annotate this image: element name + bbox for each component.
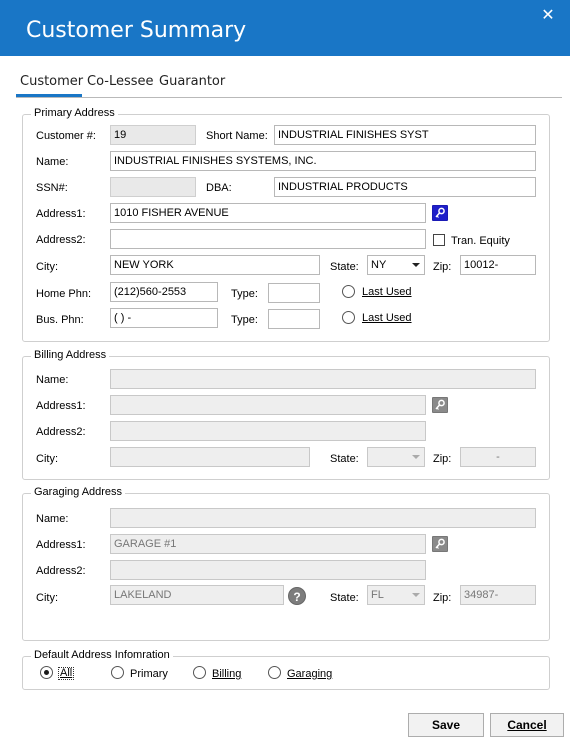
billing-state-select[interactable] <box>367 447 425 467</box>
state-label: State: <box>330 261 359 273</box>
address1-field[interactable]: 1010 FISHER AVENUE <box>110 203 426 223</box>
garaging-name-field[interactable] <box>110 508 536 528</box>
home-type-label: Type: <box>231 288 258 300</box>
garaging-address1-label: Address1: <box>36 539 86 551</box>
close-icon[interactable]: ✕ <box>538 6 558 26</box>
business-last-used-radio[interactable] <box>342 311 355 324</box>
help-icon[interactable]: ? <box>288 587 306 605</box>
address2-label: Address2: <box>36 234 86 246</box>
primary-address-group: Primary Address <box>22 107 550 342</box>
primary-address-title: Primary Address <box>31 107 118 119</box>
garaging-zip-label: Zip: <box>433 592 452 604</box>
city-field[interactable]: NEW YORK <box>110 255 320 275</box>
short-name-field[interactable]: INDUSTRIAL FINISHES SYST <box>274 125 536 145</box>
tab-customer[interactable]: Customer <box>20 74 83 89</box>
garaging-zip-field[interactable]: 34987- <box>460 585 536 605</box>
ssn-label: SSN#: <box>36 182 68 194</box>
name-field[interactable]: INDUSTRIAL FINISHES SYSTEMS, INC. <box>110 151 536 171</box>
garaging-state-value: FL <box>371 589 384 601</box>
business-phone-label: Bus. Phn: <box>36 314 84 326</box>
tab-bar: Customer Co-Lessee Guarantor <box>16 70 562 100</box>
business-type-field[interactable] <box>268 309 320 329</box>
billing-lookup-icon[interactable] <box>432 397 448 413</box>
chevron-down-icon <box>412 263 420 267</box>
city-label: City: <box>36 261 58 273</box>
billing-city-field[interactable] <box>110 447 310 467</box>
dba-label: DBA: <box>206 182 232 194</box>
save-button[interactable]: Save <box>408 713 484 737</box>
garaging-address1-field[interactable]: GARAGE #1 <box>110 534 426 554</box>
short-name-label: Short Name: <box>206 130 268 142</box>
cancel-button[interactable]: Cancel <box>490 713 564 737</box>
address1-label: Address1: <box>36 208 86 220</box>
home-phone-field[interactable]: (212)560-2553 <box>110 282 218 302</box>
tran-equity-label: Tran. Equity <box>451 235 510 247</box>
tran-equity-checkbox[interactable] <box>433 234 445 246</box>
tab-co-lessee[interactable]: Co-Lessee <box>87 74 154 89</box>
default-primary-radio[interactable] <box>111 666 124 679</box>
billing-address-title: Billing Address <box>31 349 110 361</box>
billing-address2-field[interactable] <box>110 421 426 441</box>
window-title: Customer Summary <box>26 18 247 43</box>
chevron-down-icon <box>412 455 420 459</box>
business-type-label: Type: <box>231 314 258 326</box>
tab-divider <box>16 97 562 98</box>
default-billing-label: Billing <box>212 668 242 680</box>
key-icon <box>435 399 445 410</box>
garaging-address2-label: Address2: <box>36 565 86 577</box>
name-label: Name: <box>36 156 69 168</box>
business-last-used-label: Last Used <box>362 312 412 324</box>
ssn-field[interactable] <box>110 177 196 197</box>
default-all-label: All <box>58 667 75 680</box>
default-billing-radio[interactable] <box>193 666 206 679</box>
home-type-field[interactable] <box>268 283 320 303</box>
billing-city-label: City: <box>36 453 58 465</box>
customer-number-label: Customer #: <box>36 130 96 142</box>
tab-guarantor[interactable]: Guarantor <box>159 74 225 89</box>
key-icon <box>435 538 445 549</box>
default-primary-label: Primary <box>130 668 168 680</box>
garaging-lookup-icon[interactable] <box>432 536 448 552</box>
billing-address1-label: Address1: <box>36 400 86 412</box>
billing-name-field[interactable] <box>110 369 536 389</box>
garaging-address2-field[interactable] <box>110 560 426 580</box>
garaging-city-label: City: <box>36 592 58 604</box>
business-phone-field[interactable]: ( ) - <box>110 308 218 328</box>
default-address-title: Default Address Infomration <box>31 649 173 661</box>
address2-field[interactable] <box>110 229 426 249</box>
home-phone-label: Home Phn: <box>36 288 92 300</box>
billing-name-label: Name: <box>36 374 69 386</box>
state-select[interactable]: NY <box>367 255 425 275</box>
zip-label: Zip: <box>433 261 452 273</box>
home-last-used-radio[interactable] <box>342 285 355 298</box>
garaging-state-select[interactable]: FL <box>367 585 425 605</box>
home-last-used-label: Last Used <box>362 286 412 298</box>
billing-state-label: State: <box>330 453 359 465</box>
garaging-state-label: State: <box>330 592 359 604</box>
title-bar: Customer Summary ✕ <box>0 0 570 56</box>
default-garaging-label: Garaging <box>287 668 333 680</box>
billing-zip-label: Zip: <box>433 453 452 465</box>
zip-field[interactable]: 10012- <box>460 255 536 275</box>
key-icon <box>435 207 445 218</box>
billing-zip-field[interactable]: - <box>460 447 536 467</box>
default-address-group: Default Address Infomration <box>22 649 550 690</box>
garaging-name-label: Name: <box>36 513 69 525</box>
garaging-address-title: Garaging Address <box>31 486 126 498</box>
garaging-city-field[interactable]: LAKELAND <box>110 585 284 605</box>
billing-address1-field[interactable] <box>110 395 426 415</box>
address-lookup-icon[interactable] <box>432 205 448 221</box>
default-garaging-radio[interactable] <box>268 666 281 679</box>
billing-address2-label: Address2: <box>36 426 86 438</box>
customer-number-field[interactable]: 19 <box>110 125 196 145</box>
state-value: NY <box>371 259 387 271</box>
chevron-down-icon <box>412 593 420 597</box>
dba-field[interactable]: INDUSTRIAL PRODUCTS <box>274 177 536 197</box>
default-all-radio[interactable] <box>40 666 53 679</box>
